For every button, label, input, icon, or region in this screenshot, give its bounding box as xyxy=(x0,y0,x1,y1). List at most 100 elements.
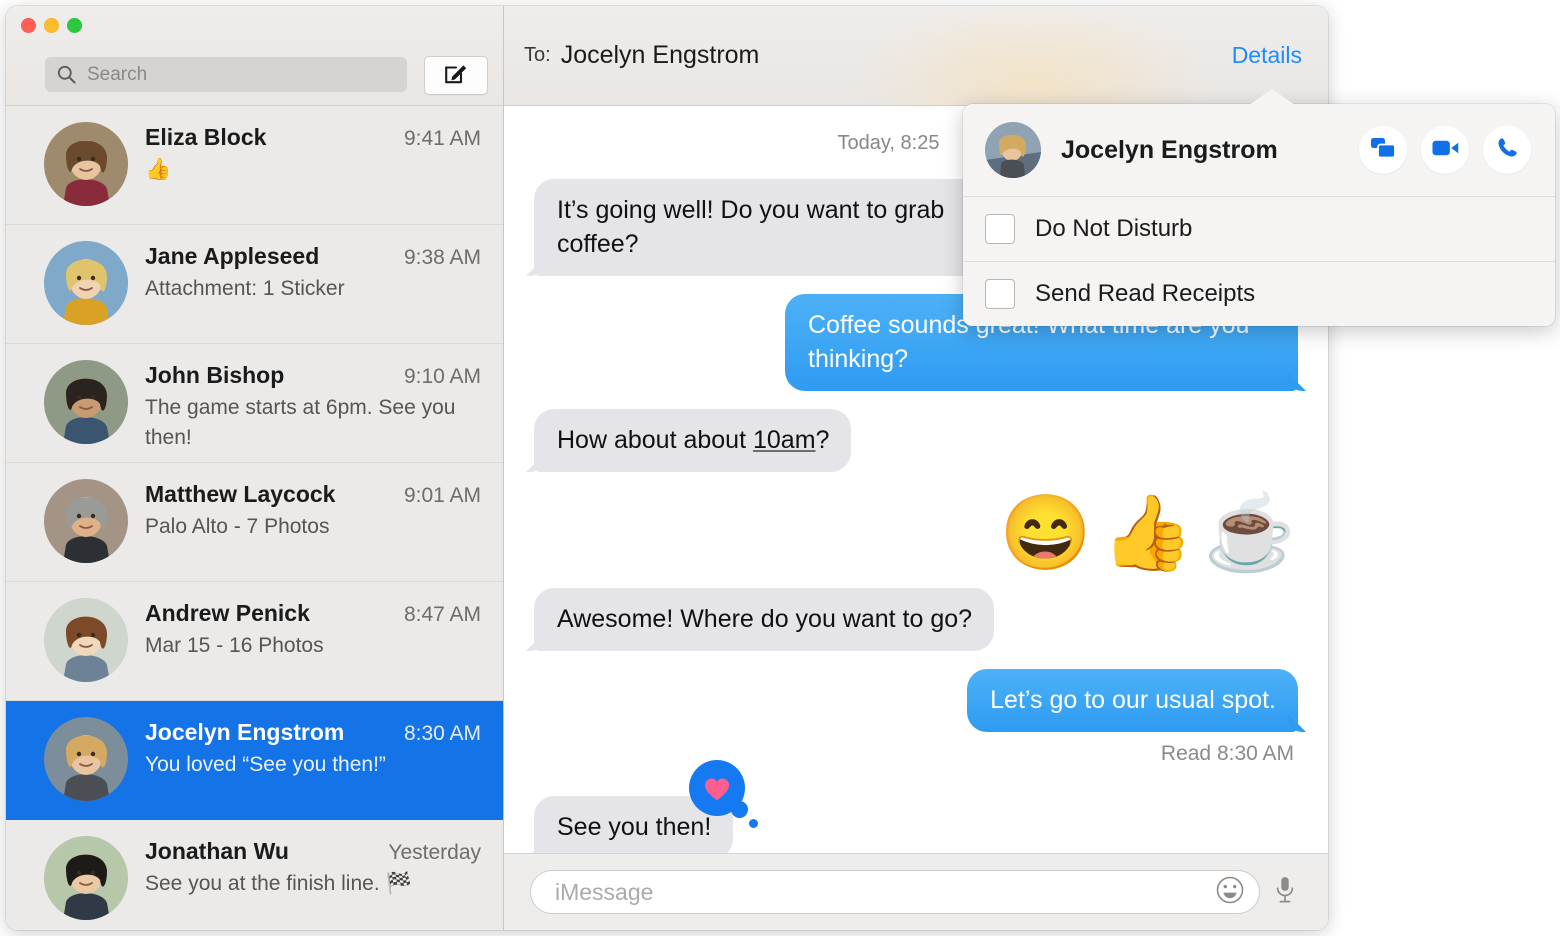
checkbox[interactable] xyxy=(985,214,1015,244)
conversation-time: 9:01 AM xyxy=(403,484,481,507)
conversation-name: Andrew Penick xyxy=(145,600,310,626)
incoming-bubble[interactable]: Awesome! Where do you want to go? xyxy=(534,588,995,651)
popover-actions xyxy=(1359,126,1531,174)
microphone-icon xyxy=(1273,875,1297,910)
popover-option-label: Do Not Disturb xyxy=(1035,215,1193,242)
phone-call-icon xyxy=(1496,136,1519,164)
recipient-name[interactable]: Jocelyn Engstrom xyxy=(561,41,760,70)
avatar xyxy=(44,598,128,682)
conversation-preview: Mar 15 - 16 Photos xyxy=(145,634,324,657)
compose-bar xyxy=(504,853,1328,930)
imessage-input[interactable] xyxy=(553,877,1215,907)
imessage-field[interactable] xyxy=(530,870,1260,914)
popover-option-row[interactable]: Send Read Receipts xyxy=(963,261,1555,326)
outgoing-bubble[interactable]: Let’s go to our usual spot. xyxy=(967,669,1298,732)
emoji-glyph: ☕ xyxy=(1203,491,1296,574)
conversation-preview: Palo Alto - 7 Photos xyxy=(145,515,330,538)
conversation-time: 9:38 AM xyxy=(403,246,481,269)
popover-option-label: Send Read Receipts xyxy=(1035,280,1256,307)
conversation-name: Jocelyn Engstrom xyxy=(145,719,345,745)
conversation-time: 9:41 AM xyxy=(403,127,481,150)
conversation-time: 8:30 AM xyxy=(403,722,481,745)
video-call-icon xyxy=(1431,139,1459,162)
popover-options: Do Not Disturb Send Read Receipts xyxy=(963,196,1555,326)
avatar xyxy=(44,241,128,325)
window-controls[interactable] xyxy=(21,18,82,33)
compose-button[interactable] xyxy=(424,56,488,95)
conversation-time: Yesterday xyxy=(388,841,481,864)
search-icon xyxy=(57,65,76,84)
conversation-body: Eliza Block 9:41 AM 👍 xyxy=(145,122,481,185)
conversation-name: Matthew Laycock xyxy=(145,481,336,507)
compose-icon xyxy=(443,60,469,91)
close-button[interactable] xyxy=(21,18,36,33)
conversation-name: Eliza Block xyxy=(145,124,267,150)
screen-share-button[interactable] xyxy=(1359,126,1407,174)
screen-share-icon xyxy=(1370,137,1396,164)
search-input[interactable] xyxy=(85,62,389,87)
avatar xyxy=(44,360,128,444)
contact-avatar xyxy=(985,122,1041,178)
message-row: How about about 10am? xyxy=(534,409,1298,472)
tapback-wrapper: See you then! xyxy=(534,760,758,853)
conversation-list[interactable]: Eliza Block 9:41 AM 👍 Jane Appleseed 9:3… xyxy=(6,106,503,930)
screen: Eliza Block 9:41 AM 👍 Jane Appleseed 9:3… xyxy=(0,0,1560,936)
read-receipt: Read 8:30 AM xyxy=(1160,742,1294,765)
emoji-glyph: 👍 xyxy=(1101,491,1194,574)
conversation-time: 8:47 AM xyxy=(403,603,481,626)
video-call-button[interactable] xyxy=(1421,126,1469,174)
emoji-message[interactable]: 😄 👍 ☕ xyxy=(534,496,1298,570)
checkbox[interactable] xyxy=(985,279,1015,309)
conversation-body: Jonathan Wu Yesterday See you at the fin… xyxy=(145,836,481,899)
message-text-tail: ? xyxy=(815,426,830,454)
conversation-row[interactable]: Andrew Penick 8:47 AM Mar 15 - 16 Photos xyxy=(6,582,503,701)
phone-call-button[interactable] xyxy=(1483,126,1531,174)
conversation-row[interactable]: John Bishop 9:10 AM The game starts at 6… xyxy=(6,344,503,463)
incoming-bubble[interactable]: How about about 10am? xyxy=(534,409,852,472)
conversation-name: John Bishop xyxy=(145,362,285,388)
sidebar-toolbar xyxy=(6,6,503,106)
to-label: To: xyxy=(524,44,551,66)
details-button[interactable]: Details xyxy=(1232,42,1302,69)
avatar xyxy=(44,479,128,563)
zoom-button[interactable] xyxy=(67,18,82,33)
dictation-button[interactable] xyxy=(1260,875,1310,910)
conversation-body: Jane Appleseed 9:38 AM Attachment: 1 Sti… xyxy=(145,241,481,304)
detected-time-link[interactable]: 10am xyxy=(753,426,816,454)
popover-option-row[interactable]: Do Not Disturb xyxy=(963,196,1555,261)
conversation-body: John Bishop 9:10 AM The game starts at 6… xyxy=(145,360,481,453)
conversation-row[interactable]: Matthew Laycock 9:01 AM Palo Alto - 7 Ph… xyxy=(6,463,503,582)
details-popover: Jocelyn Engstrom Do Not Disturb Send Rea… xyxy=(963,89,1555,326)
thread-toolbar: To: Jocelyn Engstrom Details xyxy=(504,6,1328,106)
avatar xyxy=(44,122,128,206)
conversation-row[interactable]: Eliza Block 9:41 AM 👍 xyxy=(6,106,503,225)
popover-header: Jocelyn Engstrom xyxy=(963,104,1555,196)
conversation-name: Jane Appleseed xyxy=(145,243,320,269)
conversation-preview: Attachment: 1 Sticker xyxy=(145,277,345,300)
heart-tapback-icon[interactable] xyxy=(689,760,758,828)
avatar xyxy=(44,717,128,801)
conversation-name: Jonathan Wu xyxy=(145,838,289,864)
message-row: See you then! xyxy=(534,760,1298,853)
avatar xyxy=(44,836,128,920)
minimize-button[interactable] xyxy=(44,18,59,33)
conversation-body: Matthew Laycock 9:01 AM Palo Alto - 7 Ph… xyxy=(145,479,481,542)
conversation-time: 9:10 AM xyxy=(403,365,481,388)
conversation-preview: The game starts at 6pm. See you then! xyxy=(145,396,456,449)
popover-contact-name: Jocelyn Engstrom xyxy=(1061,135,1278,164)
conversation-preview: See you at the finish line. 🏁 xyxy=(145,872,412,895)
message-row: Let’s go to our usual spot. xyxy=(534,669,1298,732)
conversation-preview: You loved “See you then!” xyxy=(145,753,386,776)
search-field[interactable] xyxy=(45,57,407,92)
message-text: How about about xyxy=(557,426,753,454)
conversation-preview: 👍 xyxy=(145,158,172,181)
conversation-row[interactable]: Jonathan Wu Yesterday See you at the fin… xyxy=(6,820,503,930)
conversation-body: Jocelyn Engstrom 8:30 AM You loved “See … xyxy=(145,717,481,780)
message-row: Awesome! Where do you want to go? xyxy=(534,588,1298,651)
emoji-glyph: 😄 xyxy=(999,491,1092,574)
conversations-sidebar: Eliza Block 9:41 AM 👍 Jane Appleseed 9:3… xyxy=(6,6,504,930)
conversation-row[interactable]: Jane Appleseed 9:38 AM Attachment: 1 Sti… xyxy=(6,225,503,344)
conversation-row[interactable]: Jocelyn Engstrom 8:30 AM You loved “See … xyxy=(6,701,503,820)
smiley-icon[interactable] xyxy=(1215,875,1245,910)
conversation-body: Andrew Penick 8:47 AM Mar 15 - 16 Photos xyxy=(145,598,481,661)
